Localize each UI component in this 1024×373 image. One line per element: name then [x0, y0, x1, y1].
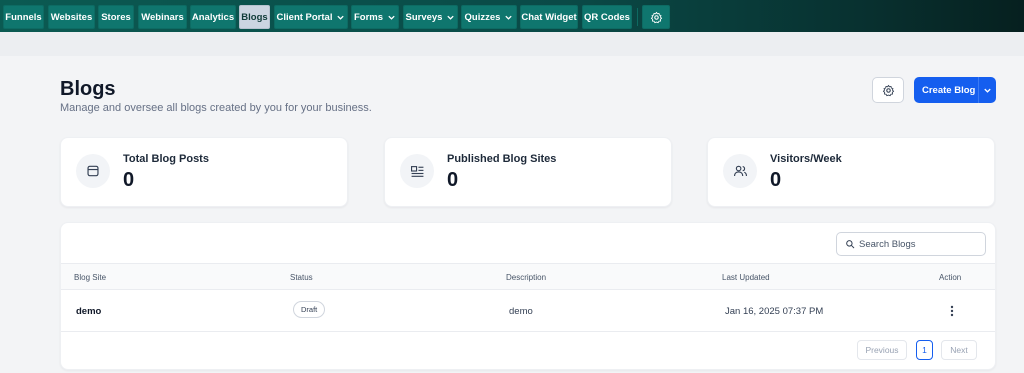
tab-chat-widget[interactable]: Chat Widget	[520, 5, 578, 29]
tab-webinars[interactable]: Webinars	[138, 5, 187, 29]
page-subtitle: Manage and oversee all blogs created by …	[60, 102, 372, 114]
page-title: Blogs	[60, 78, 116, 100]
stat-card-published-sites: Published Blog Sites 0	[384, 137, 672, 207]
chevron-down-icon	[505, 15, 513, 20]
stat-value: 0	[123, 169, 135, 191]
blog-settings-button[interactable]	[872, 77, 904, 103]
tab-label: Chat Widget	[521, 11, 577, 23]
column-header-description: Description	[506, 273, 547, 282]
tab-label: Stores	[101, 11, 131, 23]
tab-forms[interactable]: Forms	[351, 5, 399, 29]
chevron-down-icon	[337, 15, 345, 20]
column-header-blog-site: Blog Site	[74, 273, 107, 282]
tab-label: Funnels	[5, 11, 42, 23]
tab-label: QR Codes	[584, 11, 630, 23]
article-layout-icon	[400, 154, 434, 188]
subheader-band	[0, 32, 1024, 56]
stat-label: Visitors/Week	[770, 153, 842, 165]
column-header-status: Status	[290, 273, 313, 282]
cell-description: demo	[509, 306, 533, 317]
tab-quizzes[interactable]: Quizzes	[461, 5, 517, 29]
tab-websites[interactable]: Websites	[48, 5, 95, 29]
status-badge: Draft	[293, 301, 326, 318]
top-nav: Funnels Websites Stores Webinars Analyti…	[0, 0, 1024, 32]
tab-label: Quizzes	[464, 11, 501, 23]
chevron-down-icon	[984, 88, 991, 93]
tab-surveys[interactable]: Surveys	[403, 5, 458, 29]
page-number-button[interactable]: 1	[916, 340, 933, 360]
tab-client-portal[interactable]: Client Portal	[274, 5, 348, 29]
tab-analytics[interactable]: Analytics	[190, 5, 236, 29]
tab-label: Blogs	[241, 11, 268, 23]
tab-label: Surveys	[405, 11, 443, 23]
stat-card-total-posts: Total Blog Posts 0	[60, 137, 348, 207]
create-blog-dropdown[interactable]	[979, 86, 996, 95]
chevron-down-icon	[388, 15, 395, 20]
tab-qr-codes[interactable]: QR Codes	[582, 5, 632, 29]
nav-settings-button[interactable]	[642, 5, 670, 29]
create-blog-button[interactable]: Create Blog	[914, 77, 996, 103]
next-page-button[interactable]: Next	[941, 340, 977, 360]
search-box[interactable]	[836, 232, 986, 256]
more-actions-icon[interactable]	[946, 303, 958, 319]
table-row[interactable]: demo Draft demo Jan 16, 2025 07:37 PM	[61, 290, 995, 332]
cell-last-updated: Jan 16, 2025 07:37 PM	[725, 306, 824, 317]
stat-label: Published Blog Sites	[447, 153, 557, 165]
column-header-last-updated: Last Updated	[722, 273, 770, 282]
tab-label: Analytics	[191, 11, 235, 23]
search-input[interactable]	[859, 238, 979, 250]
gear-icon	[650, 11, 662, 23]
tab-label: Webinars	[141, 11, 184, 23]
browser-window-icon	[76, 154, 110, 188]
tab-blogs[interactable]: Blogs	[239, 5, 270, 29]
tab-label: Client Portal	[276, 11, 333, 23]
previous-page-button[interactable]: Previous	[857, 340, 907, 360]
create-blog-label: Create Blog	[922, 84, 976, 96]
column-header-action: Action	[939, 273, 962, 282]
table-header: Blog Site Status Description Last Update…	[61, 263, 995, 290]
cell-blog-site[interactable]: demo	[76, 306, 101, 317]
chevron-down-icon	[447, 15, 455, 20]
stat-card-visitors: Visitors/Week 0	[707, 137, 995, 207]
tab-label: Websites	[50, 11, 93, 23]
stat-value: 0	[770, 169, 782, 191]
stat-value: 0	[447, 169, 459, 191]
search-icon	[846, 240, 855, 249]
blogs-table-panel: Blog Site Status Description Last Update…	[60, 222, 996, 370]
gear-icon	[882, 84, 894, 96]
tab-stores[interactable]: Stores	[98, 5, 134, 29]
stat-label: Total Blog Posts	[123, 153, 209, 165]
tab-label: Forms	[353, 11, 384, 23]
users-icon	[723, 154, 757, 188]
nav-divider	[637, 8, 638, 26]
tab-funnels[interactable]: Funnels	[3, 5, 44, 29]
